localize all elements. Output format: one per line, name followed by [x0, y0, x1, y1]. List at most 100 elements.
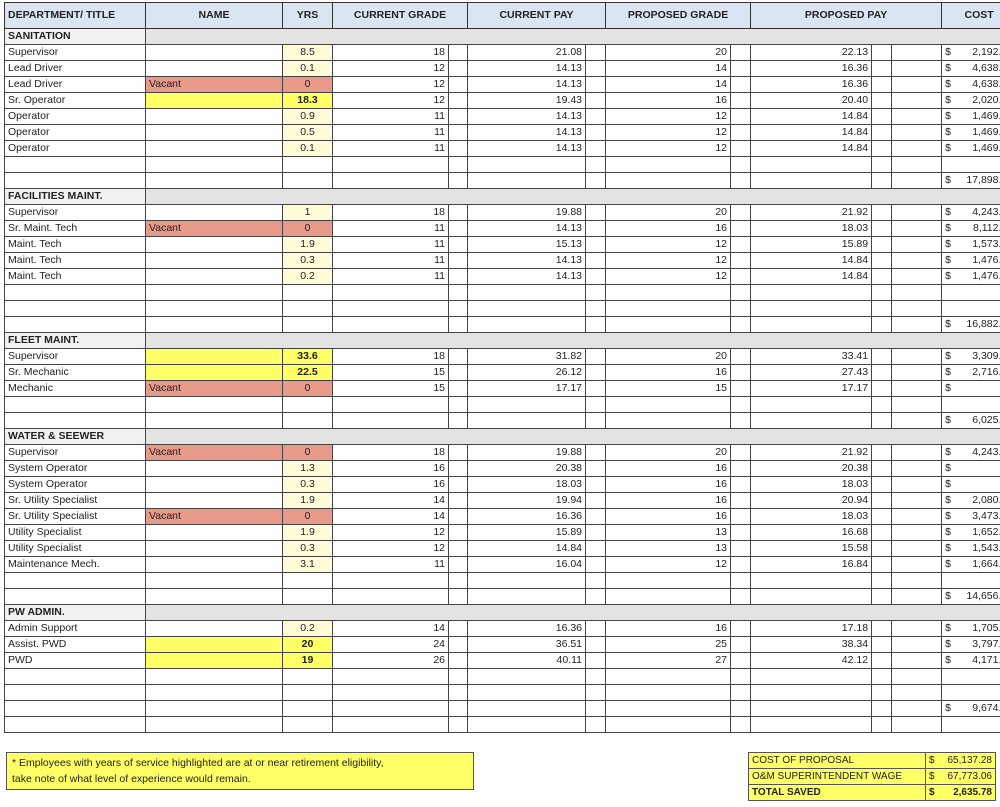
empty-cell	[447, 76, 469, 93]
employee-name	[145, 140, 283, 157]
department-band	[144, 428, 1000, 445]
empty-cell	[730, 572, 752, 589]
empty-cell	[871, 684, 893, 701]
empty-cell	[467, 700, 587, 717]
empty-cell	[891, 364, 943, 381]
empty-cell	[447, 652, 469, 669]
table-row: Sr. Operator 18.312 19.43 16 20.40 $2,020.72	[4, 92, 1000, 109]
empty-cell	[871, 476, 893, 493]
empty-cell	[585, 460, 607, 477]
current-pay: 14.13	[467, 124, 587, 141]
row-cost: $4,171.44	[941, 652, 1000, 669]
job-title: Admin Support	[4, 620, 146, 637]
empty-cell	[585, 252, 607, 269]
header-proposed-grade: PROPOSED GRADE	[605, 2, 752, 29]
empty-cell	[891, 588, 943, 605]
currency-symbol: $	[945, 238, 951, 250]
empty-cell	[332, 172, 449, 189]
header-current-pay: CURRENT PAY	[467, 2, 607, 29]
empty-cell	[447, 156, 469, 173]
empty-cell	[332, 588, 449, 605]
proposed-grade: 16	[605, 620, 732, 637]
proposed-pay: 16.68	[750, 524, 873, 541]
empty-cell	[891, 444, 943, 461]
job-title: Sr. Operator	[4, 92, 146, 109]
proposed-pay: 16.36	[750, 76, 873, 93]
empty-cell	[730, 172, 752, 189]
cost-amount: 16,882.32	[966, 318, 1000, 330]
cost-amount: 2,080.00	[972, 494, 1000, 506]
row-cost: $-	[941, 380, 1000, 397]
job-title: Maintenance Mech.	[4, 556, 146, 573]
empty-cell	[447, 444, 469, 461]
empty-cell	[871, 316, 893, 333]
current-grade: 12	[332, 540, 449, 557]
empty-cell	[4, 156, 146, 173]
empty-cell	[871, 140, 893, 157]
empty-cell	[891, 652, 943, 669]
cost-amount: 67,773.06	[947, 771, 993, 782]
empty-cell	[585, 44, 607, 61]
currency-symbol: $	[945, 46, 951, 58]
empty-cell	[941, 668, 1000, 685]
current-grade: 18	[332, 444, 449, 461]
blank-row	[4, 284, 1000, 301]
table-row: Admin Support 0.214 16.36 16 17.18 $1,705.60	[4, 620, 1000, 637]
proposed-grade: 16	[605, 508, 732, 525]
current-grade: 16	[332, 460, 449, 477]
current-pay: 36.51	[467, 636, 587, 653]
empty-cell	[605, 284, 732, 301]
header-row: DEPARTMENT/ TITLE NAME YRS CURRENT GRADE…	[4, 2, 1000, 29]
empty-cell	[447, 204, 469, 221]
years-of-service: 0.3	[282, 476, 333, 493]
table-row: Sr. Utility Specialist 1.9 14 19.94 16 20.94 $…	[4, 492, 1000, 509]
current-grade: 11	[332, 220, 449, 237]
years-of-service: 0	[282, 220, 333, 237]
job-title: Operator	[4, 140, 146, 157]
proposed-pay: 38.34	[750, 636, 873, 653]
proposed-pay: 27.43	[750, 364, 873, 381]
empty-cell	[730, 700, 752, 717]
table-row: Operator 0.511 14.13 12 14.84 $1,469.52	[4, 124, 1000, 141]
empty-cell	[447, 524, 469, 541]
proposed-grade: 12	[605, 556, 732, 573]
empty-cell	[891, 252, 943, 269]
blank-row	[4, 572, 1000, 589]
empty-cell	[730, 620, 752, 637]
proposed-grade: 12	[605, 268, 732, 285]
empty-cell	[282, 396, 333, 413]
years-of-service: 1.9	[282, 492, 333, 509]
years-of-service: 0	[282, 380, 333, 397]
proposed-grade: 16	[605, 220, 732, 237]
summary-value: $65,137.28	[925, 752, 996, 769]
empty-cell	[891, 716, 943, 733]
department-band	[144, 28, 1000, 45]
empty-cell	[941, 716, 1000, 733]
years-of-service: 0.2	[282, 620, 333, 637]
empty-cell	[730, 460, 752, 477]
current-pay: 19.88	[467, 204, 587, 221]
years-of-service: 0.1	[282, 60, 333, 77]
subtotal-row: $9,674.08	[4, 700, 1000, 717]
empty-cell	[585, 60, 607, 77]
employee-name	[145, 60, 283, 77]
empty-cell	[750, 668, 873, 685]
currency-symbol: $	[945, 494, 951, 506]
empty-cell	[891, 524, 943, 541]
current-pay: 19.43	[467, 92, 587, 109]
empty-cell	[891, 476, 943, 493]
cost-amount: 6,025.76	[972, 414, 1000, 426]
empty-cell	[585, 540, 607, 557]
empty-cell	[585, 492, 607, 509]
job-title: PWD	[4, 652, 146, 669]
currency-symbol: $	[945, 558, 951, 570]
empty-cell	[730, 220, 752, 237]
empty-cell	[871, 588, 893, 605]
empty-cell	[730, 380, 752, 397]
empty-cell	[585, 220, 607, 237]
currency-symbol: $	[945, 62, 951, 74]
years-of-service: 19	[282, 652, 333, 669]
cost-amount: 2,192.32	[972, 46, 1000, 58]
empty-cell	[4, 172, 146, 189]
job-title: System Operator	[4, 476, 146, 493]
